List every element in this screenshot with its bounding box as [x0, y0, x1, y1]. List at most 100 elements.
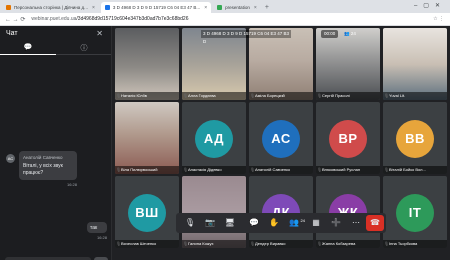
grid-view-icon[interactable]: ▦	[308, 215, 324, 231]
message-time: 16:28	[66, 182, 77, 187]
chat-panel: Чат ✕ 💬 ⓘ АС Анатолій Савченко Віталі, у…	[0, 26, 112, 260]
screen-share-icon[interactable]: 🖥	[222, 215, 238, 231]
participant-video	[115, 102, 179, 174]
participant-tile[interactable]: ЖК 🎙 Жанна Кобзарева	[316, 176, 380, 248]
participant-tile[interactable]: 🎙 Наталія Юліїв	[115, 28, 179, 100]
tab-label: presentation	[225, 5, 250, 10]
chat-icon[interactable]: 💬	[246, 215, 262, 231]
recording-timer: 00:00	[321, 30, 339, 38]
avatar: АД	[195, 120, 233, 158]
participant-name: Галина Кожух	[182, 240, 246, 248]
participant-tile[interactable]: ВР 🎙 Вгюковський Руслан	[316, 102, 380, 174]
address-bar: ← → ⟳ webinar.puet.edu.ua/3d4968d9d15719…	[0, 13, 450, 26]
message-author: Анатолій Савченко	[23, 155, 63, 160]
microphone-icon[interactable]: 🎙	[182, 215, 198, 231]
chat-message: АС Анатолій Савченко Віталі, у всіх звук…	[6, 151, 77, 187]
url-field[interactable]: webinar.puet.edu.ua/3d4968d9d15719c604e3…	[31, 16, 188, 22]
reply-bubble: так	[87, 222, 107, 233]
participant-video	[115, 28, 179, 100]
participant-tile[interactable]: IT 🎙 Інна Тьорбкова	[383, 176, 447, 248]
avatar: АС	[6, 154, 15, 163]
meeting-controls: 🎙 📷 🖥 💬 ✋ 👥 24 ▦ ➕ ⋯ ☎	[176, 213, 386, 233]
chat-tab-icon[interactable]: 💬	[0, 43, 56, 51]
message-body: Анатолій Савченко Віталі, у всіх звук пр…	[19, 151, 77, 187]
participant-name: Інна Тьорбкова	[383, 240, 447, 248]
browser-tabbar: Персональна сторінка | Дівчина д... × 3 …	[0, 0, 450, 13]
participant-tile[interactable]: 🎙 Віла Пилюрвоський	[115, 102, 179, 174]
tab-favicon-icon	[104, 5, 110, 10]
camera-icon[interactable]: 📷	[202, 215, 218, 231]
reply-time: 16:28	[96, 235, 107, 240]
participant-name: Алла Гордєєва	[182, 92, 246, 100]
avatar: ВВ	[396, 120, 434, 158]
participant-video	[383, 28, 447, 100]
avatar: ВР	[329, 120, 367, 158]
participant-count-value: 24	[350, 31, 356, 36]
participant-tile[interactable]: ДК 🎙 Дендер Виравко	[249, 176, 313, 248]
participant-name: Сергій Прасолі	[316, 92, 380, 100]
participant-tile[interactable]: ВВ 🎙 Віталій Бойко Вол...	[383, 102, 447, 174]
participant-tile[interactable]: АС 🎙 Анатолій Савченко	[249, 102, 313, 174]
close-icon[interactable]: ×	[92, 5, 95, 11]
participant-name: Віла Пилюрвоський	[115, 166, 179, 174]
chat-tabs: 💬 ⓘ	[0, 41, 111, 55]
participant-name: Анастасія Дідевко	[182, 166, 246, 174]
info-icon[interactable]: ⓘ	[56, 43, 112, 53]
participant-tile[interactable]: 🎙 Алла Гордєєва	[182, 28, 246, 100]
close-icon[interactable]: ×	[254, 5, 257, 11]
raise-hand-icon[interactable]: ✋	[266, 215, 282, 231]
participant-tile[interactable]: 🎙 Аміла Борецкий	[249, 28, 313, 100]
browser-tab-2[interactable]: 3 D 4968 D 3 D 9 D 15719 C6 04 E3 47 B..…	[100, 2, 212, 13]
participant-tile[interactable]: АД 🎙 Анастасія Дідевко	[182, 102, 246, 174]
participant-name: Віталій Бойко Вол...	[383, 166, 447, 174]
participant-name: Дендер Виравко	[249, 240, 313, 248]
screen: Персональна сторінка | Дівчина д... × 3 …	[0, 0, 450, 260]
tab-favicon-icon	[217, 5, 223, 10]
new-tab-button[interactable]: +	[265, 2, 269, 13]
avatar: IT	[396, 194, 434, 232]
tab-favicon-icon	[6, 5, 11, 10]
participant-tile[interactable]: 🎙 Сергій Прасолі	[316, 28, 380, 100]
participant-name: Анатолій Савченко	[249, 166, 313, 174]
chat-header: Чат ✕	[0, 26, 111, 41]
participant-tile[interactable]: 🎙 Yuval Lit.	[383, 28, 447, 100]
tab-label: 3 D 4968 D 3 D 9 D 15719 C6 04 E3 47 B..…	[112, 5, 201, 10]
participant-video	[182, 28, 246, 100]
avatar: АС	[262, 120, 300, 158]
participant-tile[interactable]: 🎙 Галина Кожух	[182, 176, 246, 248]
participants-glyph: 👥	[289, 218, 299, 227]
chat-reply: так 16:28	[87, 222, 107, 240]
participant-name: Вячеслав Шеченко	[115, 240, 179, 248]
browser-tab-1[interactable]: Персональна сторінка | Дівчина д... ×	[2, 2, 99, 13]
browser-menu-icons[interactable]: ☆ ⋮	[433, 16, 444, 22]
participants-icon[interactable]: 👥 24	[286, 215, 305, 231]
participant-name: Наталія Юліїв	[115, 92, 179, 100]
nav-buttons[interactable]: ← → ⟳	[5, 16, 25, 23]
participants-badge: 24	[300, 218, 305, 223]
tab-label: Персональна сторінка | Дівчина д...	[14, 5, 88, 10]
message-text: Віталі, у всіх звук працює?	[23, 163, 63, 176]
active-tab-indicator	[0, 54, 56, 55]
participant-name: Yuval Lit.	[383, 92, 447, 100]
browser-tab-3[interactable]: presentation ×	[213, 2, 261, 13]
participant-tile[interactable]: ВШ 🎙 Вячеслав Шеченко	[115, 176, 179, 248]
participant-video	[249, 28, 313, 100]
end-call-button[interactable]: ☎	[366, 215, 384, 231]
participant-name: Аміла Борецкий	[249, 92, 313, 100]
participant-name: Жанна Кобзарева	[316, 240, 380, 248]
url-path: /3d4968d9d15719c604e347b3d0ad7b7e3c68bd2…	[76, 16, 189, 22]
window-controls[interactable]: –▢✕	[414, 2, 446, 9]
more-options-icon[interactable]: ⋯	[348, 215, 364, 231]
chat-title: Чат	[6, 30, 18, 37]
add-participant-icon[interactable]: ➕	[328, 215, 344, 231]
participant-video	[316, 28, 380, 100]
avatar: ВШ	[128, 194, 166, 232]
meeting-id-label: 3 D 4968 D 3 D 9 D 15719 C6 04 E3 47 B3 …	[201, 30, 291, 44]
message-bubble: Анатолій Савченко Віталі, у всіх звук пр…	[19, 151, 77, 180]
url-host: webinar.puet.edu.ua	[31, 16, 77, 22]
close-icon[interactable]: ✕	[96, 29, 103, 38]
participant-video	[182, 176, 246, 248]
participant-name: Вгюковський Руслан	[316, 166, 380, 174]
participant-count: 👥 24	[344, 31, 356, 36]
close-icon[interactable]: ×	[204, 5, 207, 11]
